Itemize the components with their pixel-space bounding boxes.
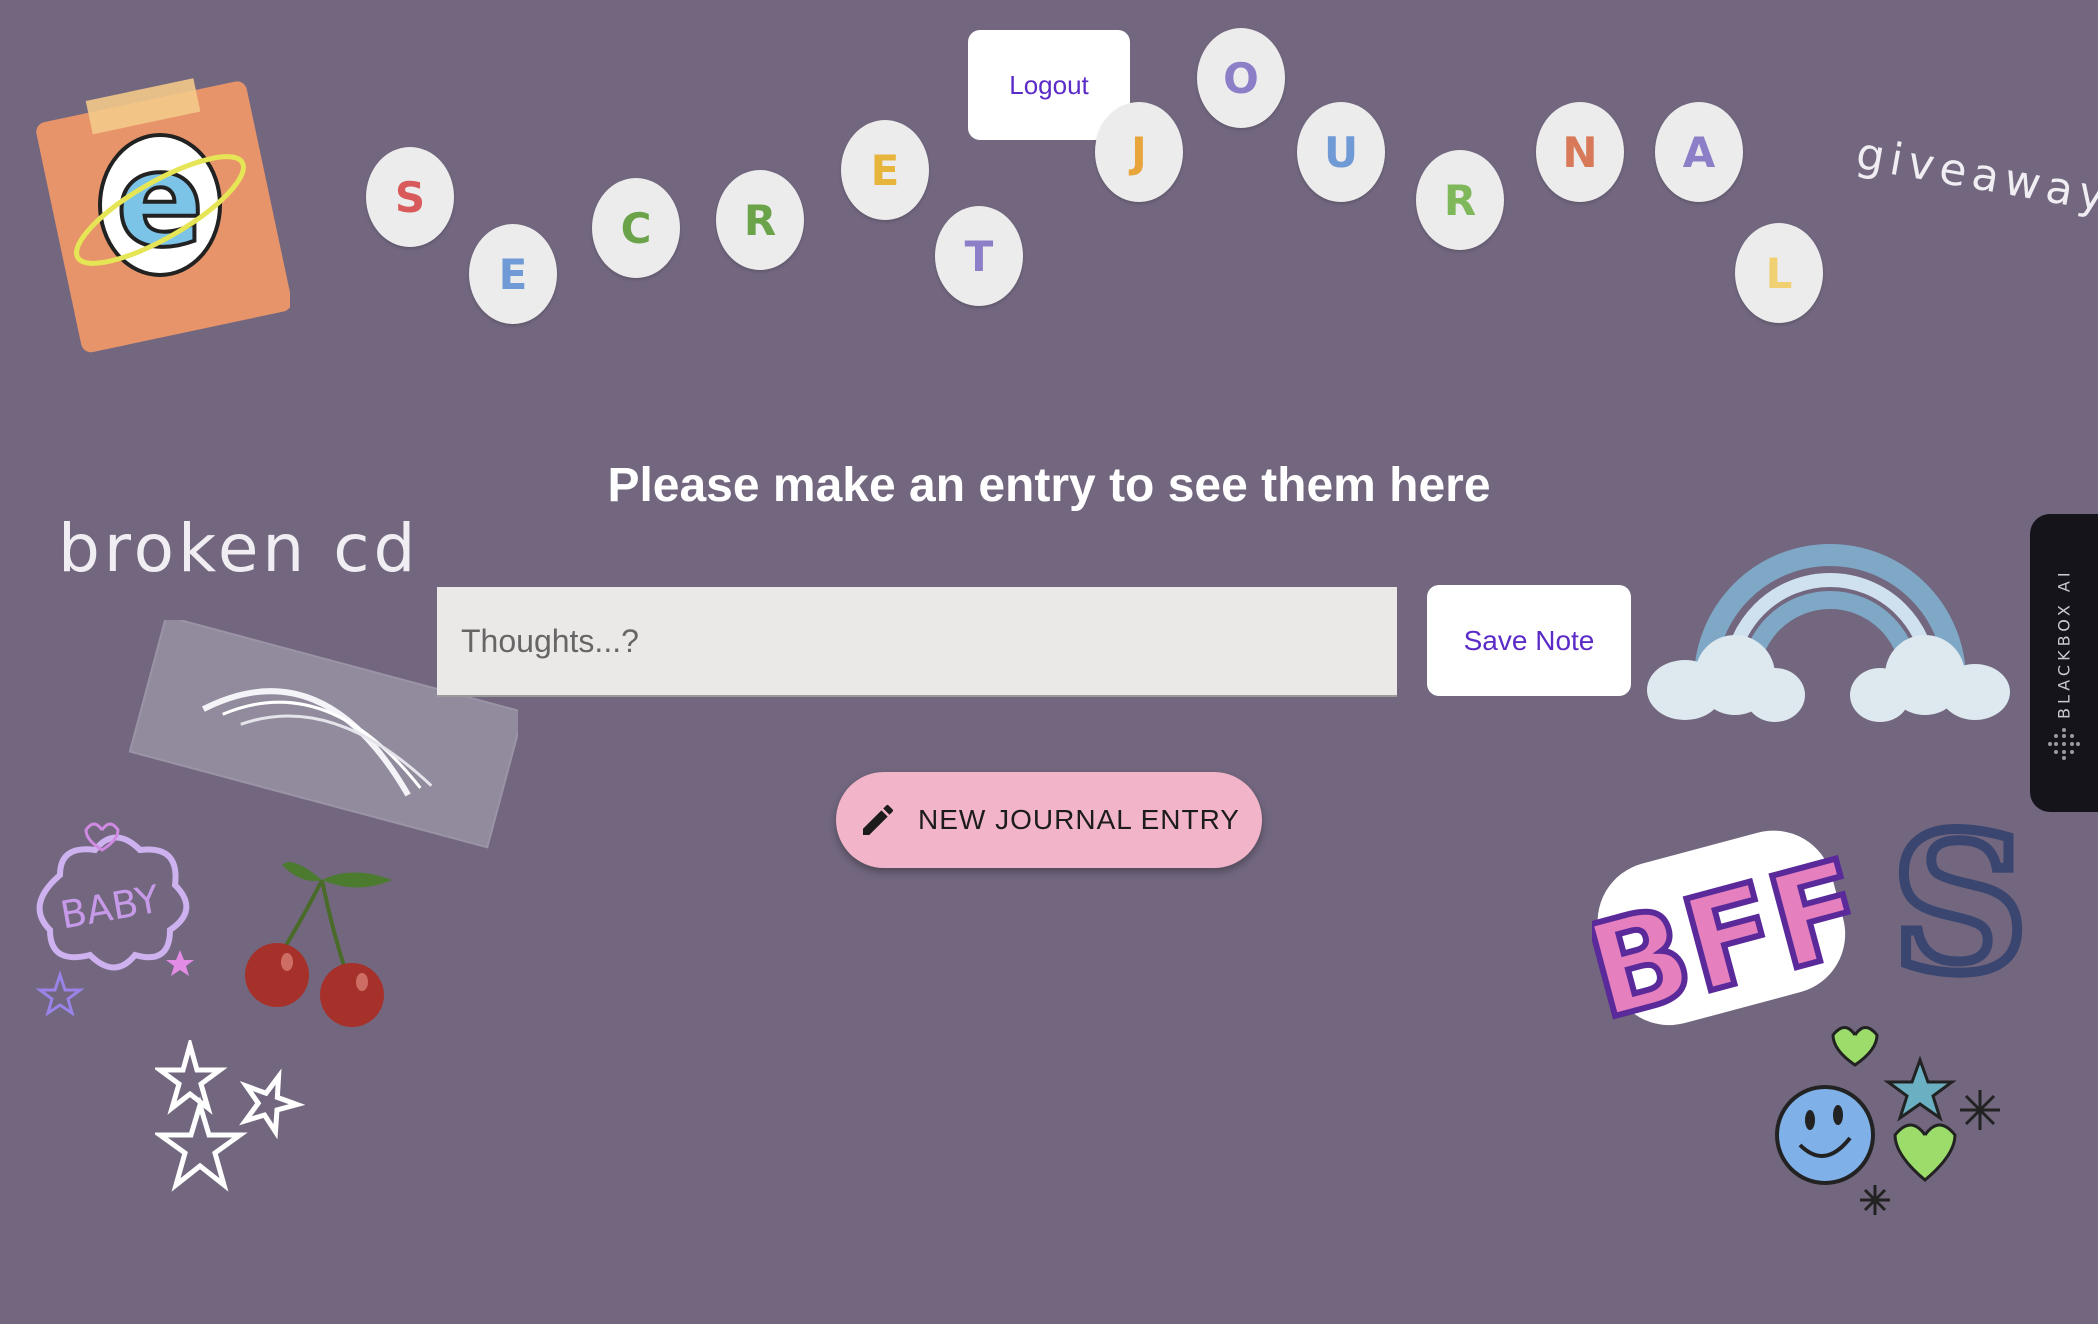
title-letter-char: E <box>498 249 528 299</box>
title-letter: E <box>841 120 929 220</box>
cherries-sticker <box>245 862 392 1027</box>
baby-label: BABY <box>57 877 163 938</box>
title-letter: E <box>469 224 557 324</box>
giveaway-label: giveaway <box>1852 128 2098 223</box>
blackbox-logo-icon <box>2048 728 2080 760</box>
pencil-icon <box>863 804 894 835</box>
browser-e-sticker: e <box>36 78 290 353</box>
title-letter: J <box>1095 102 1183 202</box>
title-letter: R <box>716 170 804 270</box>
title-letter: U <box>1297 102 1385 202</box>
broken-cd-label: broken cd <box>58 510 420 587</box>
title-letter: L <box>1735 223 1823 323</box>
baby-cloud-sticker: BABY <box>35 822 194 1017</box>
doodle-stars-sticker <box>155 1040 305 1192</box>
title-letter-char: C <box>620 203 652 253</box>
save-note-button[interactable]: Save Note <box>1427 585 1631 696</box>
title-letter: N <box>1536 102 1624 202</box>
title-letter: A <box>1655 102 1743 202</box>
title-letter-char: T <box>964 231 994 281</box>
title-letter: S <box>366 147 454 247</box>
s-letter-label: S <box>1891 800 2028 1000</box>
title-letter-char: J <box>1131 127 1147 177</box>
empty-entries-message: Please make an entry to see them here <box>607 459 1491 512</box>
title-letter: R <box>1416 150 1504 250</box>
title-letter-char: R <box>743 195 777 245</box>
title-letter: O <box>1197 28 1285 128</box>
blackbox-ai-label: BLACKBOX AI <box>2054 568 2074 720</box>
title-letter-char: R <box>1443 175 1477 225</box>
s-letter-sticker: S <box>1886 800 2033 1000</box>
bff-label: BFF <box>1592 830 1854 1048</box>
title-letter: C <box>592 178 680 278</box>
title-letter-char: E <box>870 145 900 195</box>
blackbox-ai-widget[interactable]: BLACKBOX AI <box>2030 514 2098 812</box>
title-letter: T <box>935 206 1023 306</box>
title-letter-char: S <box>394 172 426 222</box>
title-letter-char: U <box>1323 127 1359 177</box>
title-letter-char: N <box>1562 127 1598 177</box>
thoughts-input[interactable] <box>437 587 1397 697</box>
new-journal-entry-label: NEW JOURNAL ENTRY <box>918 804 1240 835</box>
title-letter-char: A <box>1682 127 1716 177</box>
title-letter-char: L <box>1765 248 1793 298</box>
smiley-hearts-sticker <box>1775 1026 2000 1215</box>
rainbow-sticker <box>1647 544 2010 722</box>
title-letter-char: O <box>1223 53 1259 103</box>
new-journal-entry-button[interactable]: NEW JOURNAL ENTRY <box>836 772 1262 868</box>
